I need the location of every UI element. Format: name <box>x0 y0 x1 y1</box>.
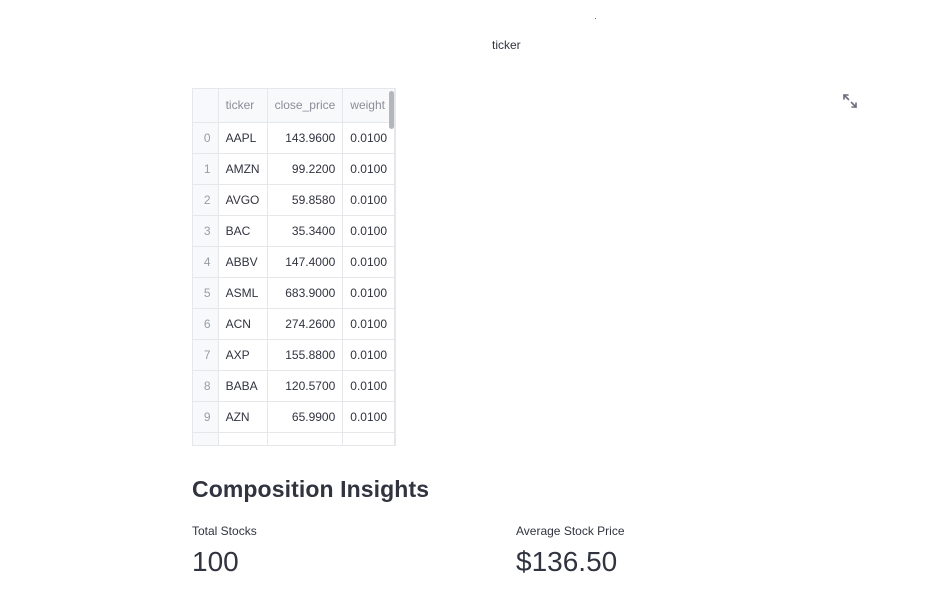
cell-close-price[interactable]: 99.2200 <box>267 153 344 185</box>
column-header-close-price[interactable]: close_price <box>267 89 344 123</box>
cell-close-price[interactable]: 274.2600 <box>267 308 344 340</box>
cell-weight[interactable]: 0.0100 <box>342 339 395 371</box>
row-index: 9 <box>193 401 219 433</box>
dataframe-header-row: ticker close_price weight <box>193 89 395 123</box>
row-index: 3 <box>193 215 219 247</box>
table-row[interactable]: 9 AZN 65.9900 0.0100 <box>193 401 395 433</box>
cell-close-price[interactable]: 147.4000 <box>267 246 344 278</box>
vertical-scrollbar[interactable] <box>389 91 394 129</box>
cell-weight[interactable]: 0.0100 <box>342 277 395 309</box>
cell-ticker[interactable]: AZN <box>218 401 268 433</box>
metric-label: Average Stock Price <box>516 524 625 538</box>
table-row[interactable]: 4 ABBV 147.4000 0.0100 <box>193 246 395 278</box>
cell-weight[interactable]: 0.0100 <box>342 153 395 185</box>
cell-ticker[interactable]: ABBV <box>218 246 268 278</box>
table-row[interactable]: 6 ACN 274.2600 0.0100 <box>193 308 395 340</box>
cell-close-price[interactable]: 683.9000 <box>267 277 344 309</box>
cell-weight[interactable]: 0.0100 <box>342 401 395 433</box>
cell-ticker[interactable]: AMZN <box>218 153 268 185</box>
row-index: 1 <box>193 153 219 185</box>
cell-weight[interactable]: 0.0100 <box>342 184 395 216</box>
metric-value: 100 <box>192 546 239 577</box>
row-index: 7 <box>193 339 219 371</box>
cell-ticker[interactable]: AXP <box>218 339 268 371</box>
metric-total-stocks: Total Stocks 100 <box>192 524 257 578</box>
cell-weight[interactable]: 0.0100 <box>342 308 395 340</box>
cell-weight[interactable]: 0.0100 <box>342 122 395 154</box>
table-row[interactable]: 3 BAC 35.3400 0.0100 <box>193 215 395 247</box>
dataframe-table: ticker close_price weight 0 AAPL 143.9600 0… <box>193 89 395 445</box>
chart-axis-fragment: · <box>594 13 597 23</box>
cell-ticker[interactable]: AAPL <box>218 122 268 154</box>
table-row[interactable]: 0 AAPL 143.9600 0.0100 <box>193 122 395 154</box>
cell-ticker[interactable]: BAC <box>218 215 268 247</box>
cell-ticker[interactable]: AVGO <box>218 184 268 216</box>
metric-value: $136.50 <box>516 546 618 577</box>
section-title: Composition Insights <box>192 476 430 502</box>
row-index: 2 <box>193 184 219 216</box>
cell-weight[interactable]: 0.0100 <box>342 246 395 278</box>
row-index: 8 <box>193 370 219 402</box>
metric-label: Total Stocks <box>192 524 257 538</box>
cell-close-price[interactable]: 120.5700 <box>267 370 344 402</box>
column-header-weight[interactable]: weight <box>342 89 395 123</box>
row-index: 4 <box>193 246 219 278</box>
cell-weight[interactable]: 0.0100 <box>342 215 395 247</box>
chart-x-axis-title: ticker <box>492 38 521 52</box>
table-row[interactable]: 1 AMZN 99.2200 0.0100 <box>193 153 395 185</box>
cell-close-price[interactable]: 59.8580 <box>267 184 344 216</box>
cell-weight[interactable]: 0.0100 <box>342 370 395 402</box>
table-row-partial <box>193 432 395 445</box>
row-index: 5 <box>193 277 219 309</box>
table-row[interactable]: 7 AXP 155.8800 0.0100 <box>193 339 395 371</box>
page: · ticker ticker close_price weight 0 AAP… <box>0 0 930 601</box>
cell-ticker[interactable]: BABA <box>218 370 268 402</box>
table-row[interactable]: 5 ASML 683.9000 0.0100 <box>193 277 395 309</box>
metric-average-stock-price: Average Stock Price $136.50 <box>516 524 625 578</box>
row-index: 6 <box>193 308 219 340</box>
table-row[interactable]: 8 BABA 120.5700 0.0100 <box>193 370 395 402</box>
dataframe-body: 0 AAPL 143.9600 0.0100 1 AMZN 99.2200 0.0100 2… <box>193 122 395 445</box>
fullscreen-button[interactable] <box>841 92 859 110</box>
cell-close-price[interactable]: 35.3400 <box>267 215 344 247</box>
column-header-ticker[interactable]: ticker <box>218 89 268 123</box>
cell-close-price[interactable]: 65.9900 <box>267 401 344 433</box>
cell-ticker[interactable]: ASML <box>218 277 268 309</box>
cell-close-price[interactable]: 155.8800 <box>267 339 344 371</box>
cell-close-price[interactable]: 143.9600 <box>267 122 344 154</box>
dataframe[interactable]: ticker close_price weight 0 AAPL 143.9600 0… <box>192 88 396 446</box>
table-row[interactable]: 2 AVGO 59.8580 0.0100 <box>193 184 395 216</box>
column-header-index[interactable] <box>193 89 219 123</box>
expand-icon <box>843 94 857 108</box>
cell-ticker[interactable]: ACN <box>218 308 268 340</box>
row-index: 0 <box>193 122 219 154</box>
